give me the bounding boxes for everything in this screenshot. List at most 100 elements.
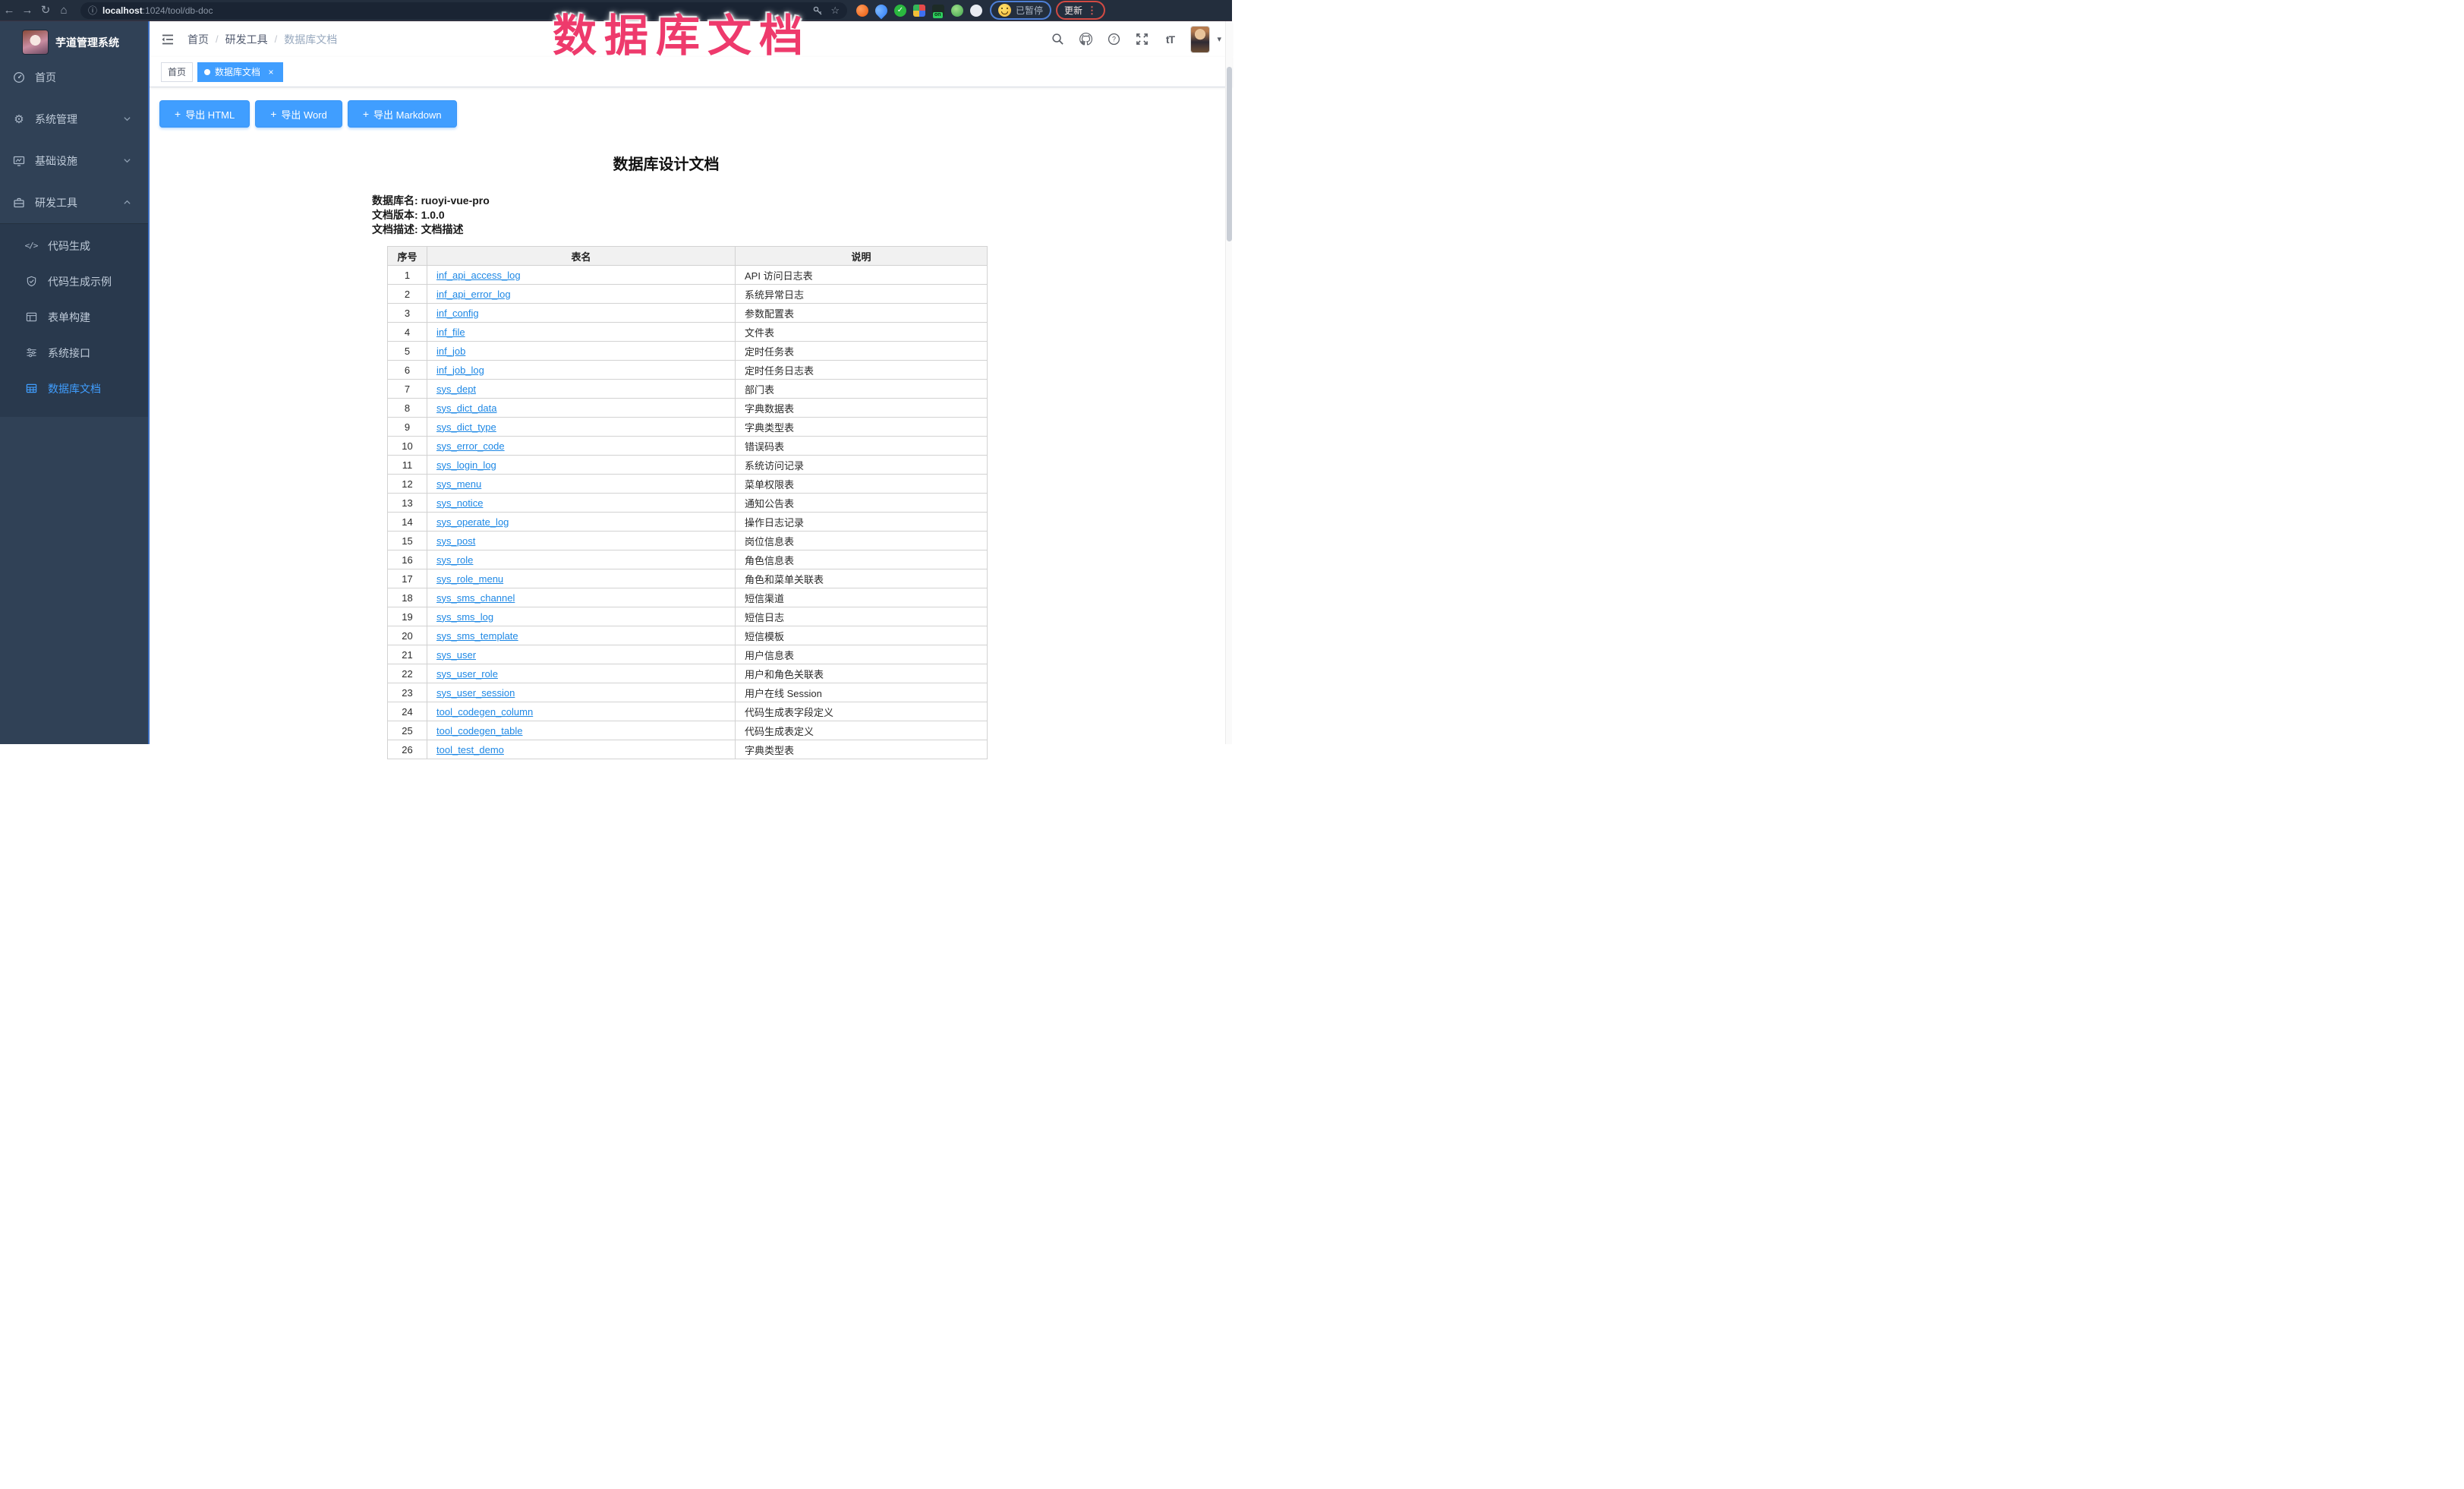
row-index: 2 (388, 285, 427, 304)
row-index: 11 (388, 456, 427, 475)
export-html-button[interactable]: +导出 HTML (159, 100, 250, 128)
site-info-icon[interactable]: ⓘ (88, 4, 97, 17)
row-index: 12 (388, 475, 427, 494)
table-name-link[interactable]: sys_login_log (436, 459, 496, 471)
back-icon[interactable]: ← (0, 0, 18, 21)
table-name-link[interactable]: sys_user (436, 649, 476, 661)
app-title: 芋道管理系统 (55, 35, 119, 50)
chevron-down-icon (123, 156, 131, 165)
tag-db-doc[interactable]: 数据库文档 × (197, 62, 283, 82)
table-name-link[interactable]: inf_api_error_log (436, 289, 511, 300)
row-index: 5 (388, 342, 427, 361)
extension-check-icon[interactable]: ✓ (894, 5, 906, 17)
user-caret-icon[interactable]: ▾ (1217, 34, 1221, 44)
help-icon[interactable]: ? (1106, 32, 1121, 47)
row-table-name: sys_login_log (427, 456, 736, 475)
table-name-link[interactable]: sys_user_role (436, 668, 498, 680)
extension-on-icon[interactable]: on (932, 5, 944, 17)
browser-update-menu[interactable]: 更新 ⋮ (1056, 1, 1105, 20)
home-icon[interactable]: ⌂ (55, 0, 73, 21)
sidebar-item-home[interactable]: 首页 (0, 56, 148, 98)
extension-drop-icon[interactable] (873, 2, 890, 19)
browser-profile-chip[interactable]: 已暂停 (990, 1, 1051, 20)
table-row: 21 sys_user 用户信息表 (388, 645, 988, 664)
row-table-name: tool_codegen_column (427, 702, 736, 721)
row-description: 用户在线 Session (736, 683, 988, 702)
table-name-link[interactable]: sys_dict_data (436, 402, 497, 414)
extensions-puzzle-icon[interactable] (970, 5, 982, 17)
user-avatar[interactable] (1190, 26, 1210, 53)
forward-icon[interactable]: → (18, 0, 36, 21)
meta-line: 数据库名: ruoyi-vue-pro (372, 194, 960, 208)
breadcrumb-home[interactable]: 首页 (187, 32, 209, 47)
table-name-link[interactable]: sys_operate_log (436, 516, 509, 528)
table-row: 8 sys_dict_data 字典数据表 (388, 399, 988, 418)
table-name-link[interactable]: inf_api_access_log (436, 270, 521, 281)
kebab-menu-icon[interactable]: ⋮ (1087, 5, 1097, 17)
page-scrollbar[interactable] (1225, 21, 1232, 744)
sidebar-item-codegen[interactable]: </> 代码生成 (0, 228, 148, 263)
export-word-button[interactable]: +导出 Word (255, 100, 342, 128)
extension-leaf-icon[interactable] (951, 5, 963, 17)
bookmark-star-icon[interactable]: ☆ (830, 5, 840, 17)
extension-grid-icon[interactable] (913, 5, 925, 17)
table-name-link[interactable]: sys_sms_channel (436, 592, 515, 604)
table-name-link[interactable]: tool_codegen_table (436, 725, 523, 737)
table-name-link[interactable]: inf_job (436, 345, 465, 357)
row-index: 26 (388, 740, 427, 759)
sidebar-item-api[interactable]: 系统接口 (0, 335, 148, 371)
table-row: 22 sys_user_role 用户和角色关联表 (388, 664, 988, 683)
reload-icon[interactable]: ↻ (36, 0, 55, 21)
dashboard-icon (12, 71, 26, 84)
address-bar[interactable]: ⓘ localhost:1024/tool/db-doc ☆ (80, 2, 847, 19)
table-name-link[interactable]: sys_dept (436, 383, 476, 395)
table-name-link[interactable]: inf_job_log (436, 364, 484, 376)
password-key-icon[interactable] (812, 5, 823, 16)
row-index: 4 (388, 323, 427, 342)
search-icon[interactable] (1050, 32, 1065, 47)
tag-home[interactable]: 首页 (161, 62, 193, 82)
sidebar-item-infra[interactable]: 基础设施 (0, 140, 148, 181)
chevron-up-icon (123, 198, 131, 207)
table-row: 17 sys_role_menu 角色和菜单关联表 (388, 569, 988, 588)
table-name-link[interactable]: inf_file (436, 327, 465, 338)
table-name-link[interactable]: sys_sms_log (436, 611, 493, 623)
table-name-link[interactable]: sys_dict_type (436, 421, 496, 433)
extension-orange-icon[interactable] (856, 5, 868, 17)
row-table-name: inf_config (427, 304, 736, 323)
db-doc: 数据库设计文档 数据库名: ruoyi-vue-pro 文档版本: 1.0.0 … (372, 152, 960, 759)
sidebar-item-form-builder[interactable]: 表单构建 (0, 299, 148, 335)
sidebar-item-label: 代码生成示例 (48, 274, 112, 289)
tag-close-icon[interactable]: × (266, 68, 276, 77)
url-path: :1024/tool/db-doc (143, 5, 213, 16)
github-icon[interactable] (1078, 32, 1093, 47)
breadcrumb-separator: / (275, 33, 278, 45)
sidebar-fold-icon[interactable] (160, 32, 175, 47)
table-name-link[interactable]: tool_test_demo (436, 744, 504, 756)
table-name-link[interactable]: tool_codegen_column (436, 706, 533, 718)
row-description: 短信模板 (736, 626, 988, 645)
table-row: 12 sys_menu 菜单权限表 (388, 475, 988, 494)
table-name-link[interactable]: sys_user_session (436, 687, 515, 699)
table-name-link[interactable]: sys_menu (436, 478, 481, 490)
sidebar-item-devtools[interactable]: 研发工具 (0, 181, 148, 223)
table-name-link[interactable]: sys_error_code (436, 440, 505, 452)
table-name-link[interactable]: sys_notice (436, 497, 483, 509)
table-name-link[interactable]: sys_role (436, 554, 473, 566)
row-index: 6 (388, 361, 427, 380)
export-markdown-button[interactable]: +导出 Markdown (348, 100, 457, 128)
fullscreen-icon[interactable] (1134, 32, 1149, 47)
doc-meta: 数据库名: ruoyi-vue-pro 文档版本: 1.0.0 文档描述: 文档… (372, 194, 960, 237)
scrollbar-thumb[interactable] (1227, 67, 1232, 241)
table-name-link[interactable]: sys_sms_template (436, 630, 518, 642)
sidebar-item-db-doc[interactable]: 数据库文档 (0, 371, 148, 406)
font-size-icon[interactable]: tT (1162, 32, 1177, 47)
row-description: 字典数据表 (736, 399, 988, 418)
sidebar-item-codegen-demo[interactable]: 代码生成示例 (0, 263, 148, 299)
table-name-link[interactable]: inf_config (436, 308, 479, 319)
table-name-link[interactable]: sys_role_menu (436, 573, 503, 585)
row-table-name: sys_user_role (427, 664, 736, 683)
table-row: 18 sys_sms_channel 短信渠道 (388, 588, 988, 607)
sidebar-item-system[interactable]: ⚙ 系统管理 (0, 98, 148, 140)
table-name-link[interactable]: sys_post (436, 535, 475, 547)
